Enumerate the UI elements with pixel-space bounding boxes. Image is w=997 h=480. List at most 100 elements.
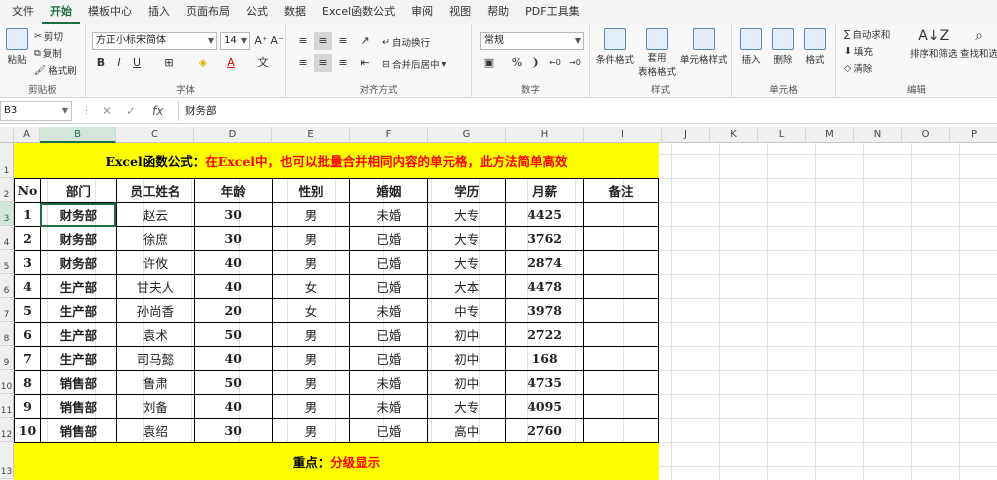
format-painter-button[interactable]: 🖌 格式刷 — [34, 63, 77, 78]
table-cell[interactable]: 2874 — [505, 250, 585, 275]
row-header-4[interactable]: 4 — [0, 226, 14, 250]
table-cell[interactable]: 女 — [271, 274, 351, 299]
column-header-H[interactable]: H — [506, 127, 584, 143]
table-cell[interactable]: 50 — [193, 322, 273, 347]
table-cell[interactable]: 已婚 — [349, 274, 429, 299]
header-cell[interactable]: 月薪 — [505, 178, 585, 203]
increase-decimal-icon[interactable]: ←0 — [546, 54, 564, 72]
table-cell[interactable]: 赵云 — [115, 202, 195, 227]
table-cell[interactable]: 5 — [14, 298, 41, 323]
table-cell[interactable]: 销售部 — [39, 394, 117, 419]
table-cell[interactable]: 40 — [193, 250, 273, 275]
table-cell[interactable]: 男 — [271, 346, 351, 371]
row-header-1[interactable]: 1 — [0, 143, 14, 178]
phonetic-icon[interactable]: 文 — [254, 54, 272, 72]
column-header-I[interactable]: I — [584, 127, 662, 143]
insert-cells-button[interactable]: 插入 — [740, 28, 762, 66]
column-header-L[interactable]: L — [758, 127, 806, 143]
underline-button[interactable]: U — [128, 54, 146, 72]
table-cell[interactable]: 高中 — [427, 418, 507, 443]
header-cell[interactable]: No — [14, 178, 41, 203]
table-cell[interactable]: 财务部 — [39, 226, 117, 251]
table-cell[interactable] — [583, 346, 659, 371]
menu-tab-6[interactable]: 数据 — [276, 0, 314, 24]
table-cell[interactable]: 鲁肃 — [115, 370, 195, 395]
table-cell[interactable] — [583, 298, 659, 323]
table-cell[interactable]: 袁绍 — [115, 418, 195, 443]
align-middle-icon[interactable]: ≡ — [314, 32, 332, 50]
table-cell[interactable]: 30 — [193, 226, 273, 251]
table-cell[interactable]: 大专 — [427, 202, 507, 227]
table-cell[interactable]: 6 — [14, 322, 41, 347]
table-cell[interactable]: 4 — [14, 274, 41, 299]
table-cell[interactable]: 4735 — [505, 370, 585, 395]
table-cell[interactable]: 20 — [193, 298, 273, 323]
table-cell[interactable]: 生产部 — [39, 274, 117, 299]
shrink-font-button[interactable]: A⁻ — [268, 32, 286, 50]
table-cell[interactable]: 孙尚香 — [115, 298, 195, 323]
copy-button[interactable]: ⧉ 复制 — [34, 46, 62, 61]
table-cell[interactable]: 已婚 — [349, 418, 429, 443]
table-cell[interactable]: 初中 — [427, 346, 507, 371]
column-header-C[interactable]: C — [116, 127, 194, 143]
table-cell[interactable]: 3762 — [505, 226, 585, 251]
row-header-8[interactable]: 8 — [0, 322, 14, 346]
menu-tab-7[interactable]: Excel函数公式 — [314, 0, 403, 24]
table-cell[interactable]: 生产部 — [39, 322, 117, 347]
table-cell[interactable]: 1 — [14, 202, 41, 227]
table-cell[interactable] — [583, 274, 659, 299]
row-header-12[interactable]: 12 — [0, 418, 14, 442]
table-cell[interactable]: 7 — [14, 346, 41, 371]
enter-icon[interactable]: ✓ — [126, 101, 136, 121]
name-box[interactable]: B3 ▼ — [0, 101, 72, 121]
table-cell[interactable]: 刘备 — [115, 394, 195, 419]
table-cell[interactable]: 40 — [193, 394, 273, 419]
table-cell[interactable]: 未婚 — [349, 298, 429, 323]
table-cell[interactable]: 2 — [14, 226, 41, 251]
table-cell[interactable]: 大本 — [427, 274, 507, 299]
table-cell[interactable]: 4425 — [505, 202, 585, 227]
menu-tab-11[interactable]: PDF工具集 — [517, 0, 587, 24]
table-cell[interactable] — [583, 226, 659, 251]
row-header-2[interactable]: 2 — [0, 178, 14, 202]
number-format-select[interactable]: 常规 ▼ — [480, 32, 584, 50]
column-header-D[interactable]: D — [194, 127, 272, 143]
fill-button[interactable]: ⬇ 填充 — [844, 44, 873, 59]
menu-tab-10[interactable]: 帮助 — [479, 0, 517, 24]
table-cell[interactable] — [583, 250, 659, 275]
table-cell[interactable]: 男 — [271, 394, 351, 419]
column-header-O[interactable]: O — [902, 127, 950, 143]
table-cell[interactable]: 徐庶 — [115, 226, 195, 251]
table-cell[interactable] — [583, 370, 659, 395]
column-header-B[interactable]: B — [40, 127, 116, 143]
format-as-table-button[interactable]: 套用 表格格式 — [638, 28, 676, 78]
table-cell[interactable]: 男 — [271, 226, 351, 251]
row-header-3[interactable]: 3 — [0, 202, 14, 226]
delete-cells-button[interactable]: 删除 — [772, 28, 794, 66]
table-cell[interactable]: 2722 — [505, 322, 585, 347]
align-right-icon[interactable]: ≡ — [334, 54, 352, 72]
menu-tab-1[interactable]: 开始 — [42, 0, 80, 24]
table-cell[interactable]: 大专 — [427, 394, 507, 419]
row-header-13[interactable]: 13 — [0, 442, 14, 479]
table-cell[interactable]: 司马懿 — [115, 346, 195, 371]
table-cell[interactable]: 男 — [271, 370, 351, 395]
merge-center-button[interactable]: ⊟ 合并后居中 ▾ — [382, 57, 446, 72]
menu-tab-4[interactable]: 页面布局 — [178, 0, 238, 24]
table-cell[interactable]: 男 — [271, 322, 351, 347]
font-name-select[interactable]: 方正小标宋简体 ▼ — [92, 32, 217, 50]
menu-tab-2[interactable]: 模板中心 — [80, 0, 140, 24]
table-cell[interactable]: 2760 — [505, 418, 585, 443]
header-cell[interactable]: 部门 — [39, 178, 117, 203]
table-cell[interactable]: 初中 — [427, 370, 507, 395]
table-cell[interactable] — [583, 418, 659, 443]
column-header-J[interactable]: J — [662, 127, 710, 143]
table-cell[interactable]: 10 — [14, 418, 41, 443]
table-cell[interactable]: 甘夫人 — [115, 274, 195, 299]
table-cell[interactable] — [583, 394, 659, 419]
row-header-9[interactable]: 9 — [0, 346, 14, 370]
align-bottom-icon[interactable]: ≡ — [334, 32, 352, 50]
column-header-F[interactable]: F — [350, 127, 428, 143]
formula-input[interactable]: 财务部 — [178, 101, 993, 121]
row-header-5[interactable]: 5 — [0, 250, 14, 274]
